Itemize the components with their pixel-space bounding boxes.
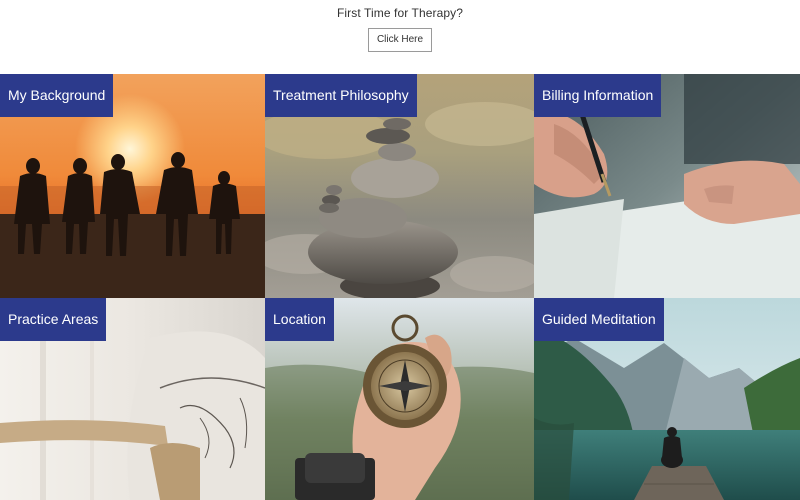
- tile-label: Guided Meditation: [534, 298, 664, 341]
- tile-label: My Background: [0, 74, 114, 117]
- page-header: First Time for Therapy? Click Here: [0, 0, 800, 74]
- tile-treatment-philosophy[interactable]: Treatment Philosophy: [265, 74, 534, 298]
- services-grid: My Background Treatment Philosophy Billi…: [0, 74, 800, 500]
- click-here-button[interactable]: Click Here: [368, 28, 432, 52]
- tile-label: Practice Areas: [0, 298, 107, 341]
- first-time-prompt: First Time for Therapy?: [336, 6, 464, 20]
- tile-label: Location: [265, 298, 334, 341]
- tile-label: Billing Information: [534, 74, 662, 117]
- tile-guided-meditation[interactable]: Guided Meditation: [534, 298, 800, 500]
- tile-my-background[interactable]: My Background: [0, 74, 265, 298]
- tile-label: Treatment Philosophy: [265, 74, 417, 117]
- tile-billing-information[interactable]: Billing Information: [534, 74, 800, 298]
- tile-location[interactable]: Location: [265, 298, 534, 500]
- tile-practice-areas[interactable]: Practice Areas: [0, 298, 265, 500]
